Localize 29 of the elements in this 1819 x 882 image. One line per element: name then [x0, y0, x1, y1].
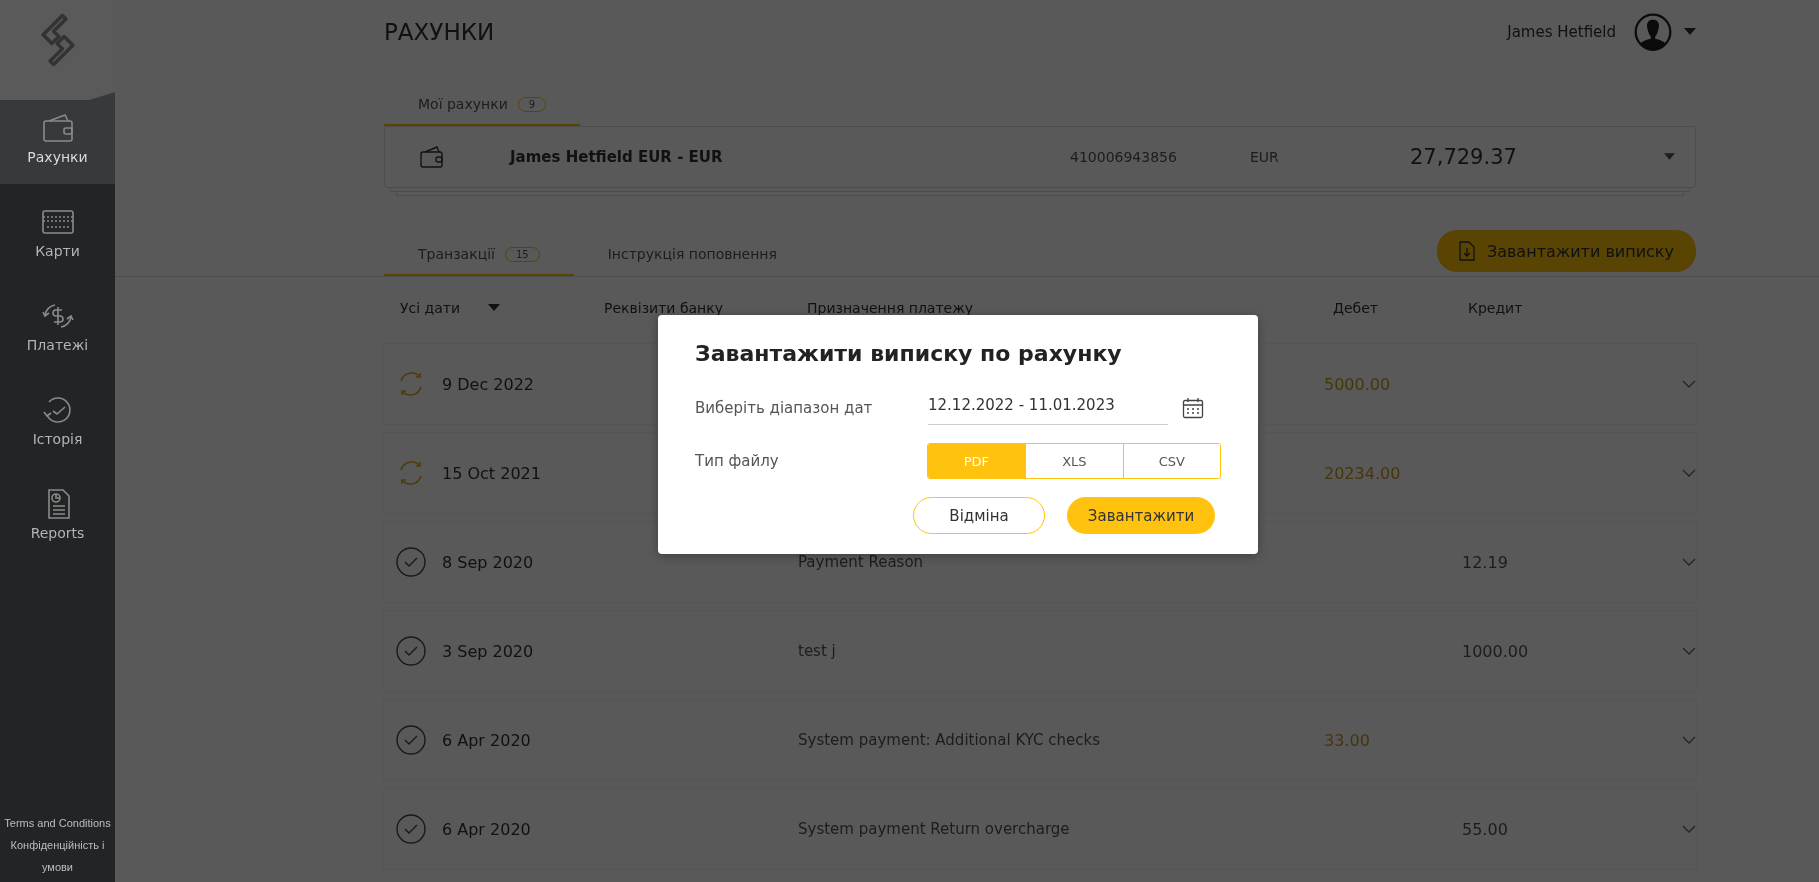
- debit-amount: 20234.00: [1324, 463, 1401, 483]
- column-header: Реквізити банку: [604, 300, 724, 316]
- transaction-date: 6 Apr 2020: [442, 730, 531, 750]
- field-label: Виберіть діапазон дат: [695, 398, 874, 417]
- dialog-title: Завантажити виписку по рахунку: [695, 341, 1123, 366]
- account-balance: 27,729.37: [1410, 145, 1518, 169]
- payment-purpose: System payment: Additional KYC checks: [798, 731, 1101, 749]
- column-header: Кредит: [1468, 300, 1524, 316]
- column-header: Дебет: [1333, 300, 1379, 316]
- payment-purpose: test j: [798, 642, 836, 660]
- transaction-date: 15 Oct 2021: [442, 463, 541, 483]
- account-currency: EUR: [1250, 149, 1280, 165]
- transaction-date: 6 Apr 2020: [442, 819, 531, 839]
- credit-amount: 12.19: [1462, 552, 1508, 572]
- page-title: РАХУНКИ: [384, 19, 495, 45]
- transaction-date: 3 Sep 2020: [442, 641, 534, 661]
- account-number: 410006943856: [1070, 149, 1178, 165]
- credit-amount: 55.00: [1462, 819, 1508, 839]
- field-label: Тип файлу: [695, 452, 780, 470]
- transaction-date: 9 Dec 2022: [442, 374, 535, 394]
- payment-purpose: System payment Return overcharge: [798, 820, 1070, 838]
- credit-amount: 1000.00: [1462, 641, 1529, 661]
- column-header: Призначення платежу: [807, 300, 975, 316]
- user-name: James Hetfield: [1507, 23, 1616, 41]
- debit-amount: 5000.00: [1324, 374, 1391, 394]
- transaction-date: 8 Sep 2020: [442, 552, 534, 572]
- debit-amount: 33.00: [1324, 730, 1370, 750]
- payment-purpose: Payment Reason: [798, 553, 924, 571]
- account-name: James Hetfield EUR - EUR: [510, 148, 724, 166]
